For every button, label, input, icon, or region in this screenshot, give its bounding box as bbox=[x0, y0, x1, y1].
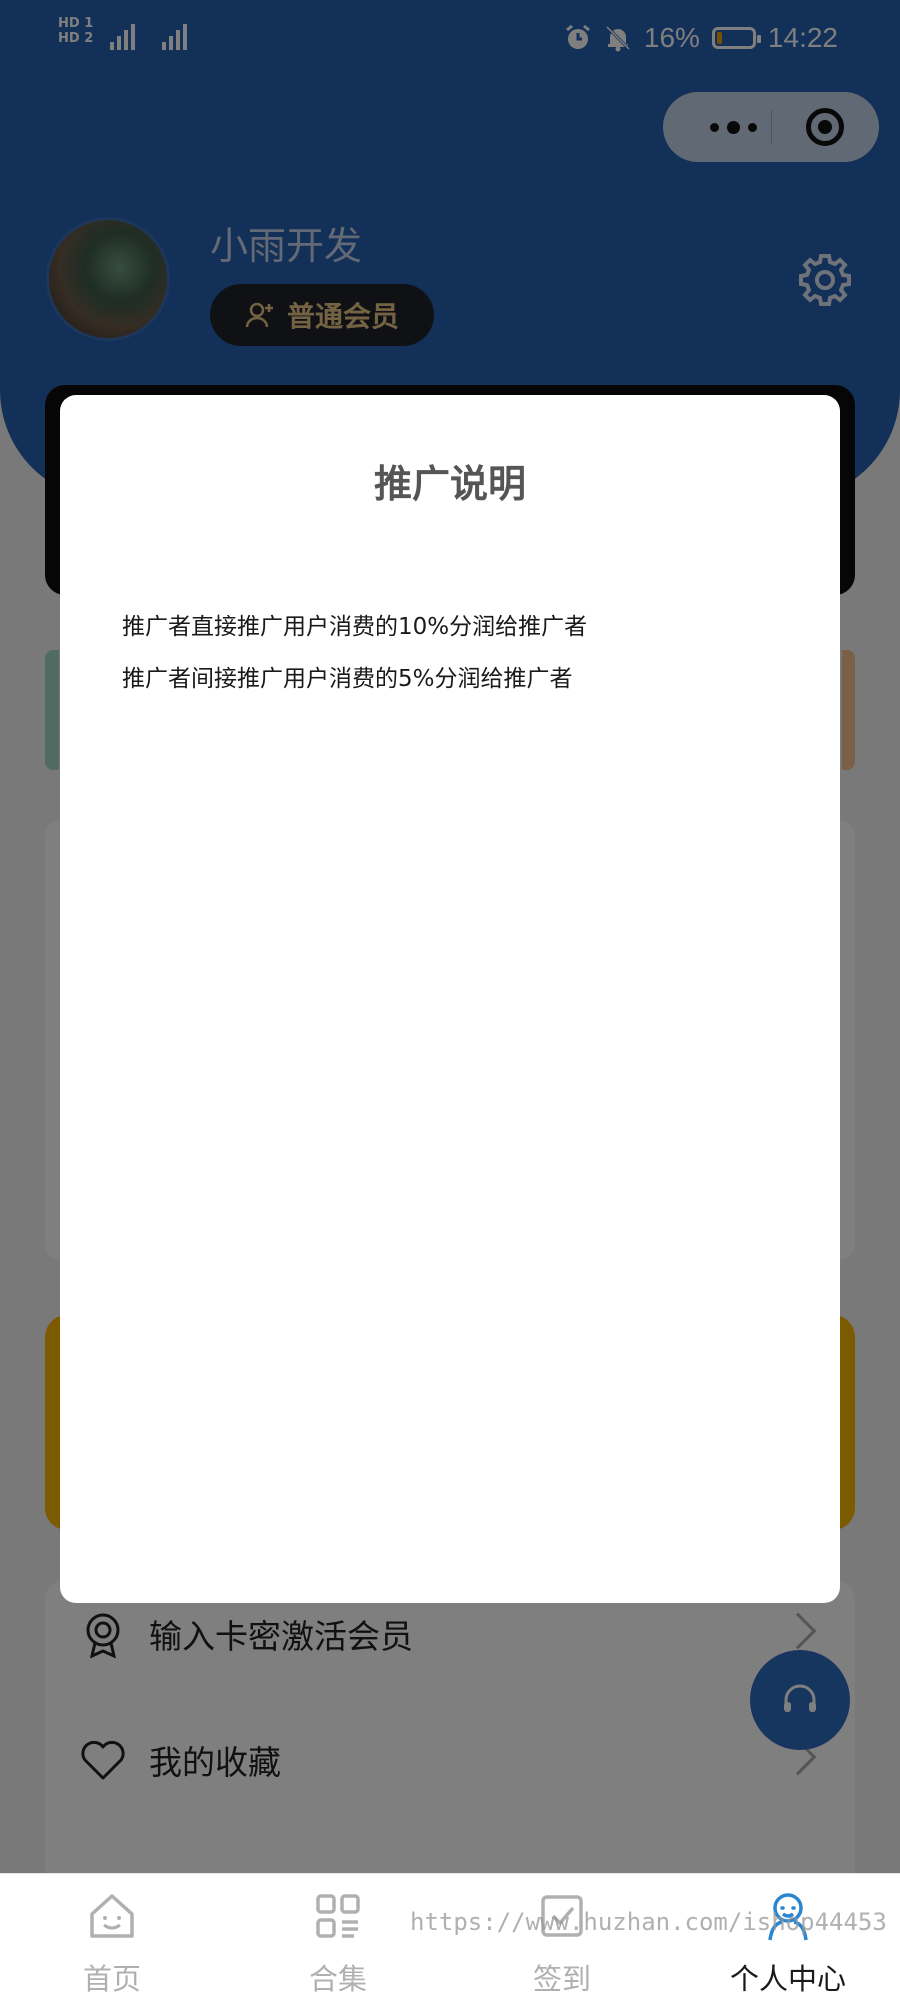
tab-label: 个人中心 bbox=[729, 1962, 846, 1996]
promotion-info-modal: 推广说明 推广者直接推广用户消费的10%分润给推广者 推广者间接推广用户消费的5… bbox=[60, 395, 840, 1603]
modal-text-line: 推广者间接推广用户消费的5%分润给推广者 bbox=[122, 666, 573, 692]
modal-text-line: 推广者直接推广用户消费的10%分润给推广者 bbox=[122, 614, 588, 640]
tab-profile[interactable]: 个人中心 bbox=[698, 1874, 878, 2000]
home-icon bbox=[90, 1894, 134, 1938]
tab-label: 首页 bbox=[82, 1962, 141, 1996]
tab-collection[interactable]: 合集 bbox=[248, 1874, 428, 2000]
grid-list-icon bbox=[316, 1894, 360, 1938]
tab-home[interactable]: 首页 bbox=[22, 1874, 202, 2000]
tab-checkin[interactable]: 签到 bbox=[472, 1874, 652, 2000]
tab-label: 合集 bbox=[308, 1962, 367, 1996]
watermark-text: https://www.huzhan.com/ishop44453 bbox=[410, 1908, 887, 1936]
bottom-tab-bar: 首页 合集 签到 个人中心 bbox=[0, 1873, 900, 2000]
tab-label: 签到 bbox=[532, 1962, 591, 1996]
modal-title: 推广说明 bbox=[373, 462, 526, 506]
